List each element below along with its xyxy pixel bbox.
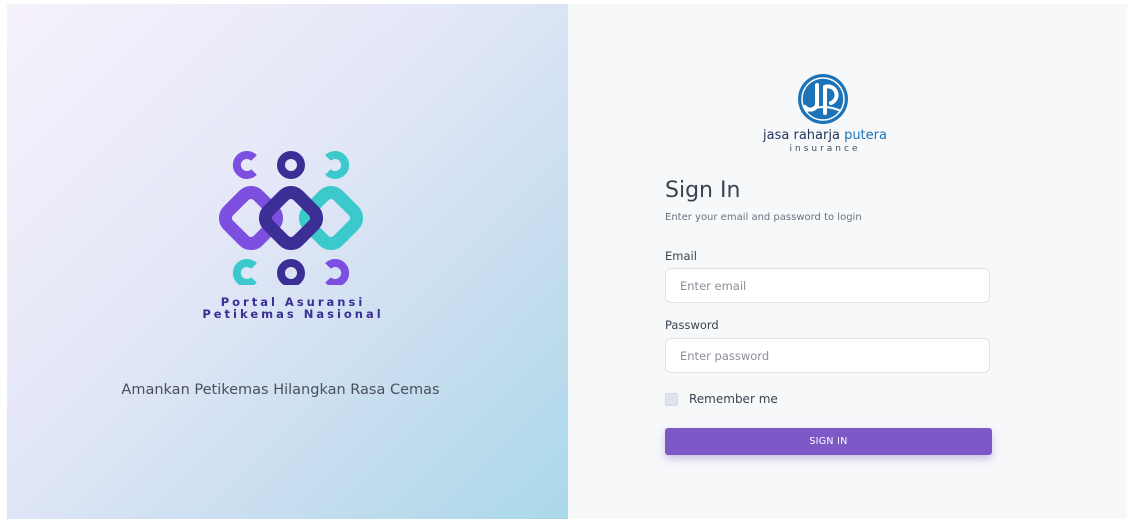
- sign-in-button[interactable]: SIGN IN: [665, 428, 992, 455]
- email-label: Email: [665, 249, 697, 263]
- remember-me-label: Remember me: [689, 392, 778, 406]
- email-field[interactable]: [665, 268, 990, 303]
- company-name-main: jasa raharja: [763, 128, 845, 143]
- remember-me-row[interactable]: Remember me: [665, 392, 778, 406]
- password-field[interactable]: [665, 338, 990, 373]
- company-name: jasa raharja putera: [740, 128, 910, 143]
- jasa-raharja-logo-icon: [798, 74, 848, 124]
- portal-brand-name: Portal Asuransi Petikemas Nasional: [160, 296, 426, 320]
- brand-name-line2: Petikemas Nasional: [202, 307, 384, 321]
- logo-top-right-arc: [325, 151, 350, 179]
- page-subtitle: Enter your email and password to login: [665, 212, 862, 223]
- logo-top-center-ring: [277, 151, 305, 179]
- logo-top-left-arc: [232, 151, 257, 179]
- brand-tagline: Amankan Petikemas Hilangkan Rasa Cemas: [121, 382, 440, 398]
- portal-logo-icon: [218, 151, 364, 285]
- remember-me-checkbox[interactable]: [665, 392, 678, 406]
- logo-bottom-right-arc: [325, 259, 350, 285]
- logo-link-right: [298, 185, 364, 251]
- logo-link-left: [218, 185, 284, 251]
- page-title: Sign In: [665, 178, 741, 203]
- company-subtitle: insurance: [789, 144, 861, 154]
- password-label: Password: [665, 318, 719, 332]
- company-name-accent: putera: [844, 128, 887, 143]
- logo-bottom-center-ring: [277, 259, 305, 285]
- logo-link-center: [258, 185, 324, 251]
- logo-bottom-left-arc: [232, 259, 257, 285]
